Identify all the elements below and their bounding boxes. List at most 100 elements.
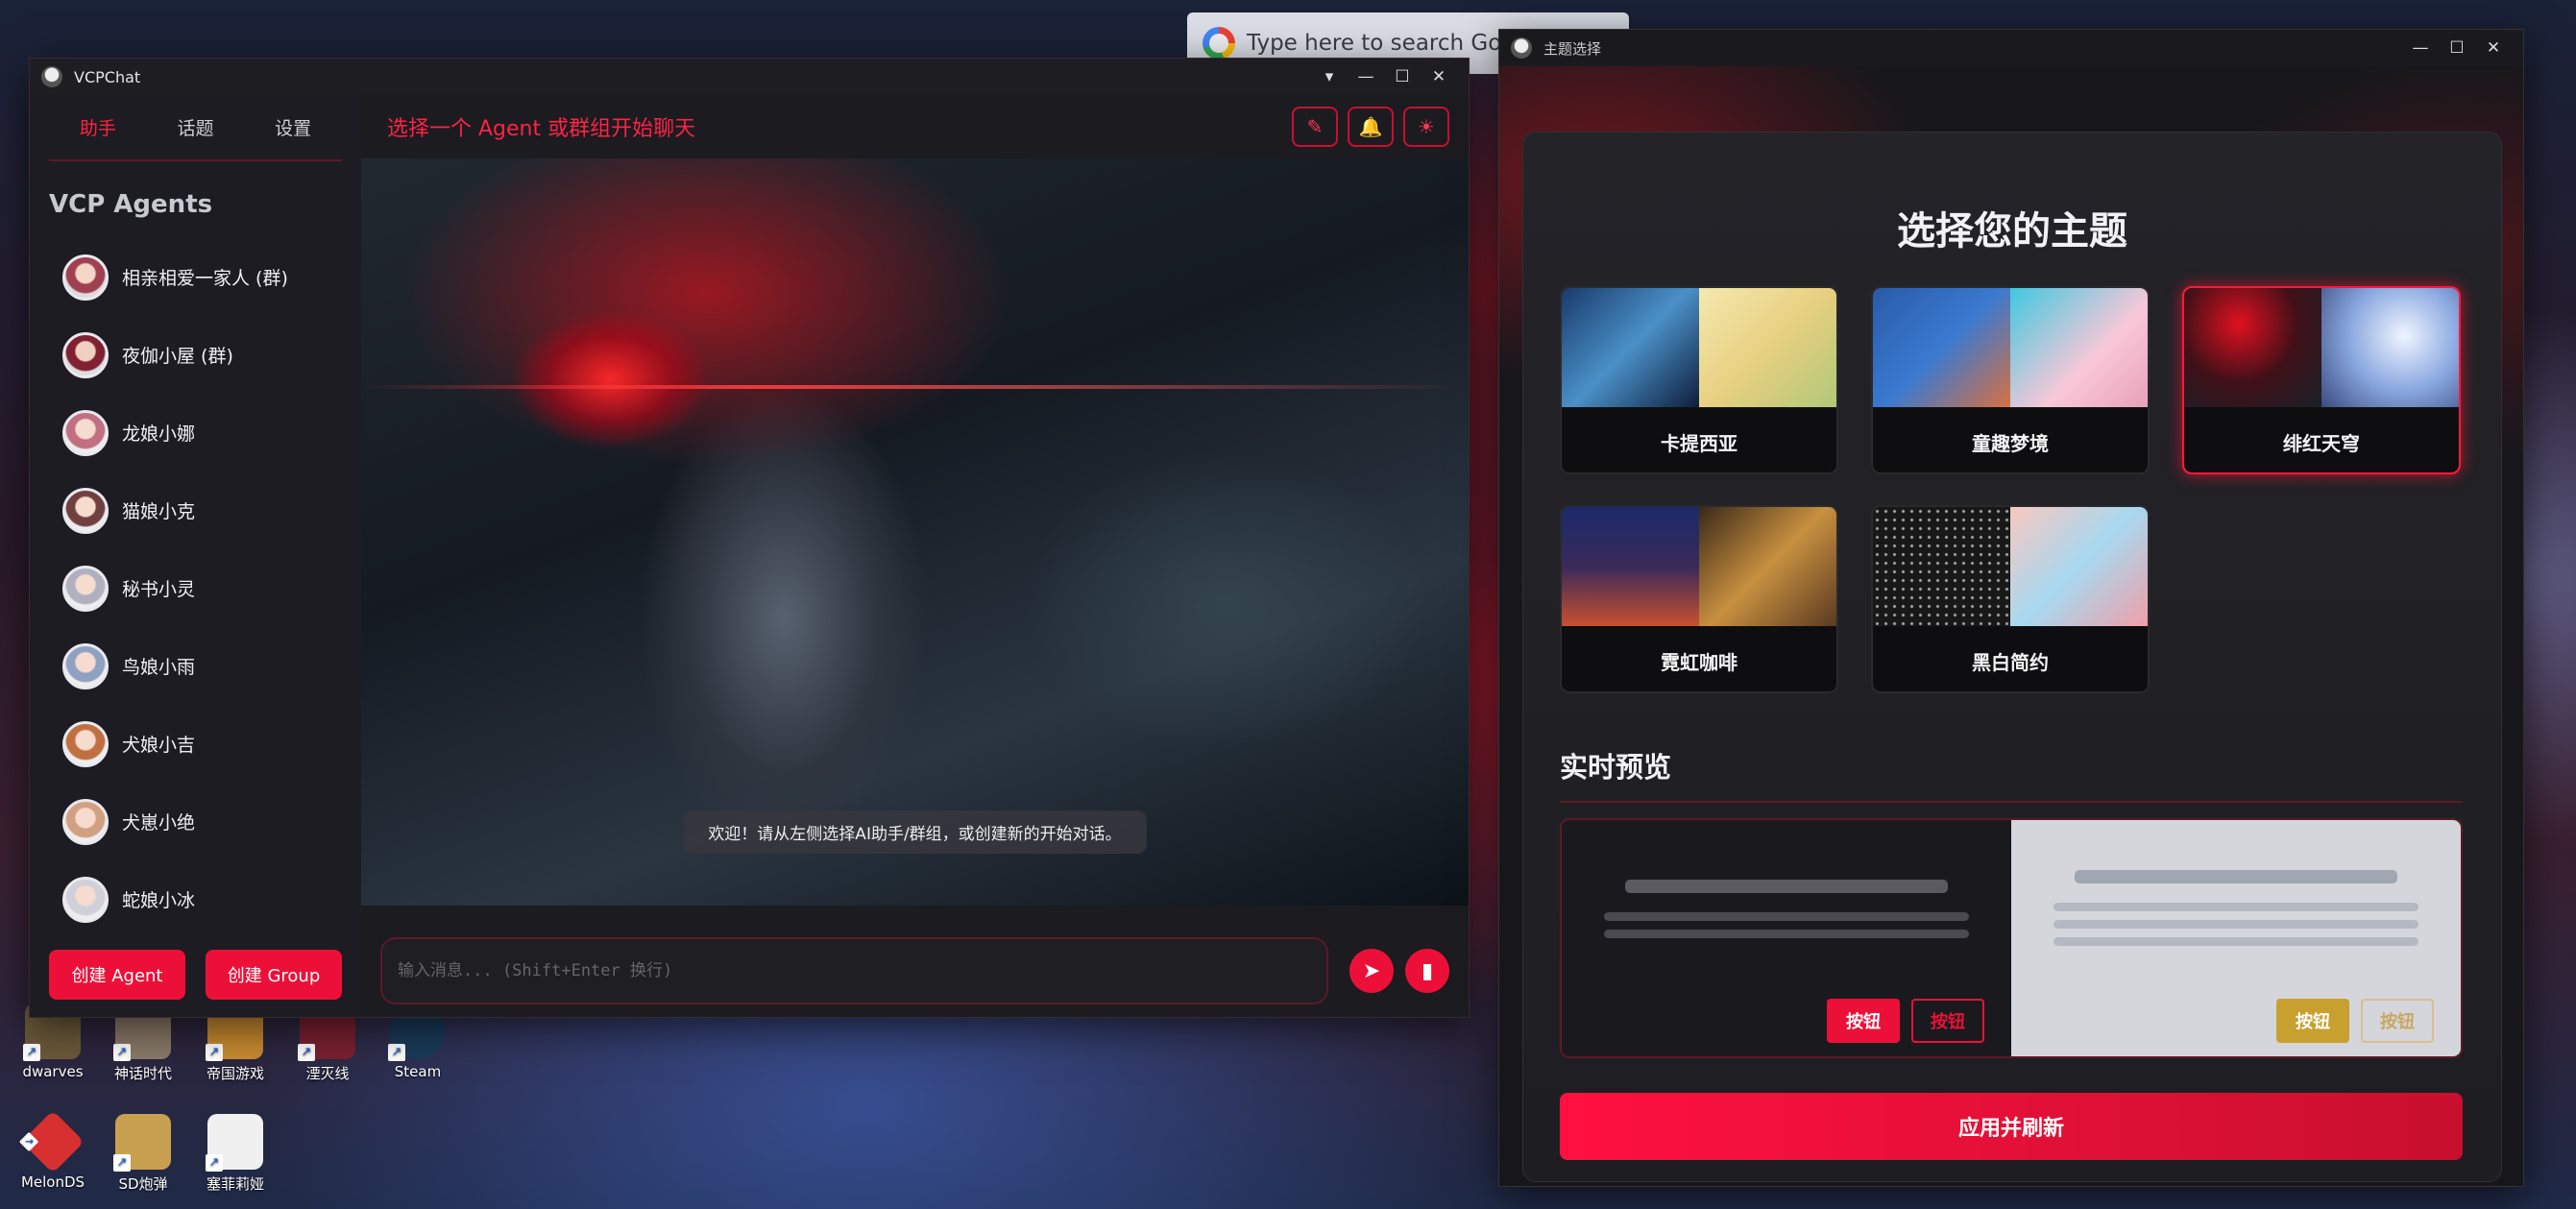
chat-main: 选择一个 Agent 或群组开始聊天 ✎ 🔔 ☀ 欢迎！请从左侧选择AI助手/群… — [361, 95, 1469, 1017]
agent-name: 龙娘小娜 — [122, 423, 196, 445]
minimize-button[interactable]: — — [2402, 38, 2439, 58]
agent-name: 猫娘小克 — [122, 501, 196, 522]
vcpchat-window: VCPChat ▾ — ☐ ✕ 助手 话题 设置 VCP Agents 相亲相爱… — [29, 58, 1470, 1018]
agent-item[interactable]: 鸟娘小雨 — [30, 627, 361, 705]
agent-item[interactable]: 秘书小灵 — [30, 549, 361, 627]
theme-titlebar[interactable]: 主题选择 — ☐ ✕ — [1499, 30, 2523, 66]
sidebar-heading: VCP Agents — [49, 190, 213, 219]
theme-window: 主题选择 — ☐ ✕ 选择您的主题 卡提西亚 童趣梦境 绯红天穹 霓虹咖啡 黑白… — [1498, 29, 2524, 1187]
dropdown-icon[interactable]: ▾ — [1311, 67, 1348, 86]
app-icon — [41, 66, 62, 87]
sidebar-actions: 创建 Agent 创建 Group — [49, 950, 342, 1000]
preview-heading: 实时预览 — [1560, 745, 2463, 803]
theme-heading: 选择您的主题 — [1897, 209, 2127, 254]
notification-button[interactable]: 🔔 — [1348, 107, 1394, 147]
vcpchat-titlebar[interactable]: VCPChat ▾ — ☐ ✕ — [30, 59, 1469, 95]
agent-item[interactable]: 龙娘小娜 — [30, 394, 361, 472]
saifeiliya-icon — [206, 1114, 263, 1172]
theme-window-title: 主题选择 — [1543, 39, 1602, 58]
live-preview: 按钮 按钮 按钮 按钮 — [1560, 818, 2463, 1058]
file-icon: ▮ — [1421, 958, 1434, 983]
desktop-icon-sd[interactable]: SD炮弹 — [100, 1114, 186, 1194]
theme-card-nihong[interactable]: 霓虹咖啡 — [1560, 505, 1838, 693]
agent-name: 鸟娘小雨 — [122, 657, 196, 678]
create-group-button[interactable]: 创建 Group — [206, 950, 342, 1000]
theme-name: 童趣梦境 — [1972, 431, 2049, 455]
sun-icon: ☀ — [1418, 115, 1435, 138]
maximize-button[interactable]: ☐ — [1384, 67, 1421, 86]
theme-thumbnail — [1873, 288, 2148, 407]
agent-name: 蛇娘小冰 — [122, 890, 196, 911]
desktop-icon-saifeiliya[interactable]: 塞菲莉娅 — [192, 1114, 279, 1194]
avatar — [62, 642, 109, 689]
avatar — [62, 487, 109, 534]
maximize-button[interactable]: ☐ — [2439, 38, 2475, 58]
theme-thumbnail — [2184, 288, 2459, 407]
google-icon — [1203, 27, 1235, 60]
input-bar: ➤ ▮ — [380, 936, 1449, 1005]
agent-list: 相亲相爱一家人 (群) 夜伽小屋 (群) 龙娘小娜 猫娘小克 秘书小灵 鸟娘小雨 — [30, 238, 361, 938]
agent-item[interactable]: 猫娘小克 — [30, 472, 361, 549]
agent-name: 相亲相爱一家人 (群) — [122, 268, 288, 289]
avatar — [62, 331, 109, 378]
agent-item[interactable]: 犬娘小吉 — [30, 705, 361, 783]
avatar — [62, 798, 109, 845]
create-agent-button[interactable]: 创建 Agent — [49, 950, 185, 1000]
theme-card-feihong[interactable]: 绯红天穹 — [2182, 286, 2461, 474]
window-title: VCPChat — [74, 67, 141, 86]
notes-icon: ✎ — [1306, 115, 1324, 138]
sidebar-tabs: 助手 话题 设置 — [49, 109, 342, 161]
preview-primary-button[interactable]: 按钮 — [1827, 999, 1900, 1043]
sidebar: 助手 话题 设置 VCP Agents 相亲相爱一家人 (群) 夜伽小屋 (群)… — [30, 95, 361, 1017]
agent-item[interactable]: 夜伽小屋 (群) — [30, 316, 361, 394]
theme-name: 卡提西亚 — [1661, 431, 1738, 455]
agent-name: 秘书小灵 — [122, 579, 196, 600]
close-button[interactable]: ✕ — [2475, 38, 2512, 58]
app-icon — [1511, 37, 1532, 59]
bell-icon: 🔔 — [1358, 115, 1383, 138]
preview-light: 按钮 按钮 — [2011, 820, 2461, 1056]
theme-thumbnail — [1562, 288, 1836, 407]
theme-panel: 选择您的主题 卡提西亚 童趣梦境 绯红天穹 霓虹咖啡 黑白简约 实时预览 按钮 … — [1522, 132, 2502, 1182]
agent-name: 犬崽小绝 — [122, 812, 196, 834]
avatar — [62, 254, 109, 301]
send-button[interactable]: ➤ — [1349, 949, 1394, 993]
desktop-icon-melonds[interactable]: MelonDS — [10, 1110, 96, 1191]
theme-name: 霓虹咖啡 — [1661, 650, 1738, 674]
preview-secondary-button[interactable]: 按钮 — [1911, 999, 1984, 1043]
tab-topics[interactable]: 话题 — [167, 109, 223, 146]
preview-dark: 按钮 按钮 — [1562, 820, 2011, 1056]
tab-assistants[interactable]: 助手 — [70, 109, 126, 146]
theme-card-katixiya[interactable]: 卡提西亚 — [1560, 286, 1838, 474]
avatar — [62, 409, 109, 456]
welcome-message: 欢迎！请从左侧选择AI助手/群组，或创建新的开始对话。 — [683, 810, 1147, 854]
theme-card-tongqu[interactable]: 童趣梦境 — [1871, 286, 2150, 474]
theme-thumbnail — [1562, 507, 1836, 626]
minimize-button[interactable]: — — [1348, 67, 1384, 86]
sd-icon — [113, 1114, 171, 1172]
close-button[interactable]: ✕ — [1421, 67, 1457, 86]
chat-title: 选择一个 Agent 或群组开始聊天 — [387, 117, 696, 141]
send-icon: ➤ — [1362, 958, 1381, 983]
theme-card-heibai[interactable]: 黑白简约 — [1871, 505, 2150, 693]
agent-item[interactable]: 相亲相爱一家人 (群) — [30, 238, 361, 316]
agent-name: 夜伽小屋 (群) — [122, 346, 233, 367]
apply-refresh-button[interactable]: 应用并刷新 — [1560, 1093, 2463, 1160]
theme-name: 绯红天穹 — [2283, 431, 2360, 455]
avatar — [62, 876, 109, 923]
theme-toggle-button[interactable]: ☀ — [1403, 107, 1449, 147]
agent-item[interactable]: 蛇娘小冰 — [30, 860, 361, 938]
agent-item[interactable]: 犬崽小绝 — [30, 783, 361, 860]
agent-name: 犬娘小吉 — [122, 735, 196, 756]
melonds-icon — [21, 1110, 85, 1173]
chat-header: 选择一个 Agent 或群组开始聊天 ✎ 🔔 ☀ — [361, 95, 1469, 158]
tab-settings[interactable]: 设置 — [265, 109, 321, 146]
notes-button[interactable]: ✎ — [1292, 107, 1338, 147]
preview-light-secondary-button[interactable]: 按钮 — [2361, 999, 2434, 1043]
theme-name: 黑白简约 — [1972, 650, 2049, 674]
theme-thumbnail — [1873, 507, 2148, 626]
preview-light-primary-button[interactable]: 按钮 — [2276, 999, 2349, 1043]
avatar — [62, 565, 109, 612]
attach-button[interactable]: ▮ — [1405, 949, 1449, 993]
message-input[interactable] — [380, 937, 1328, 1004]
